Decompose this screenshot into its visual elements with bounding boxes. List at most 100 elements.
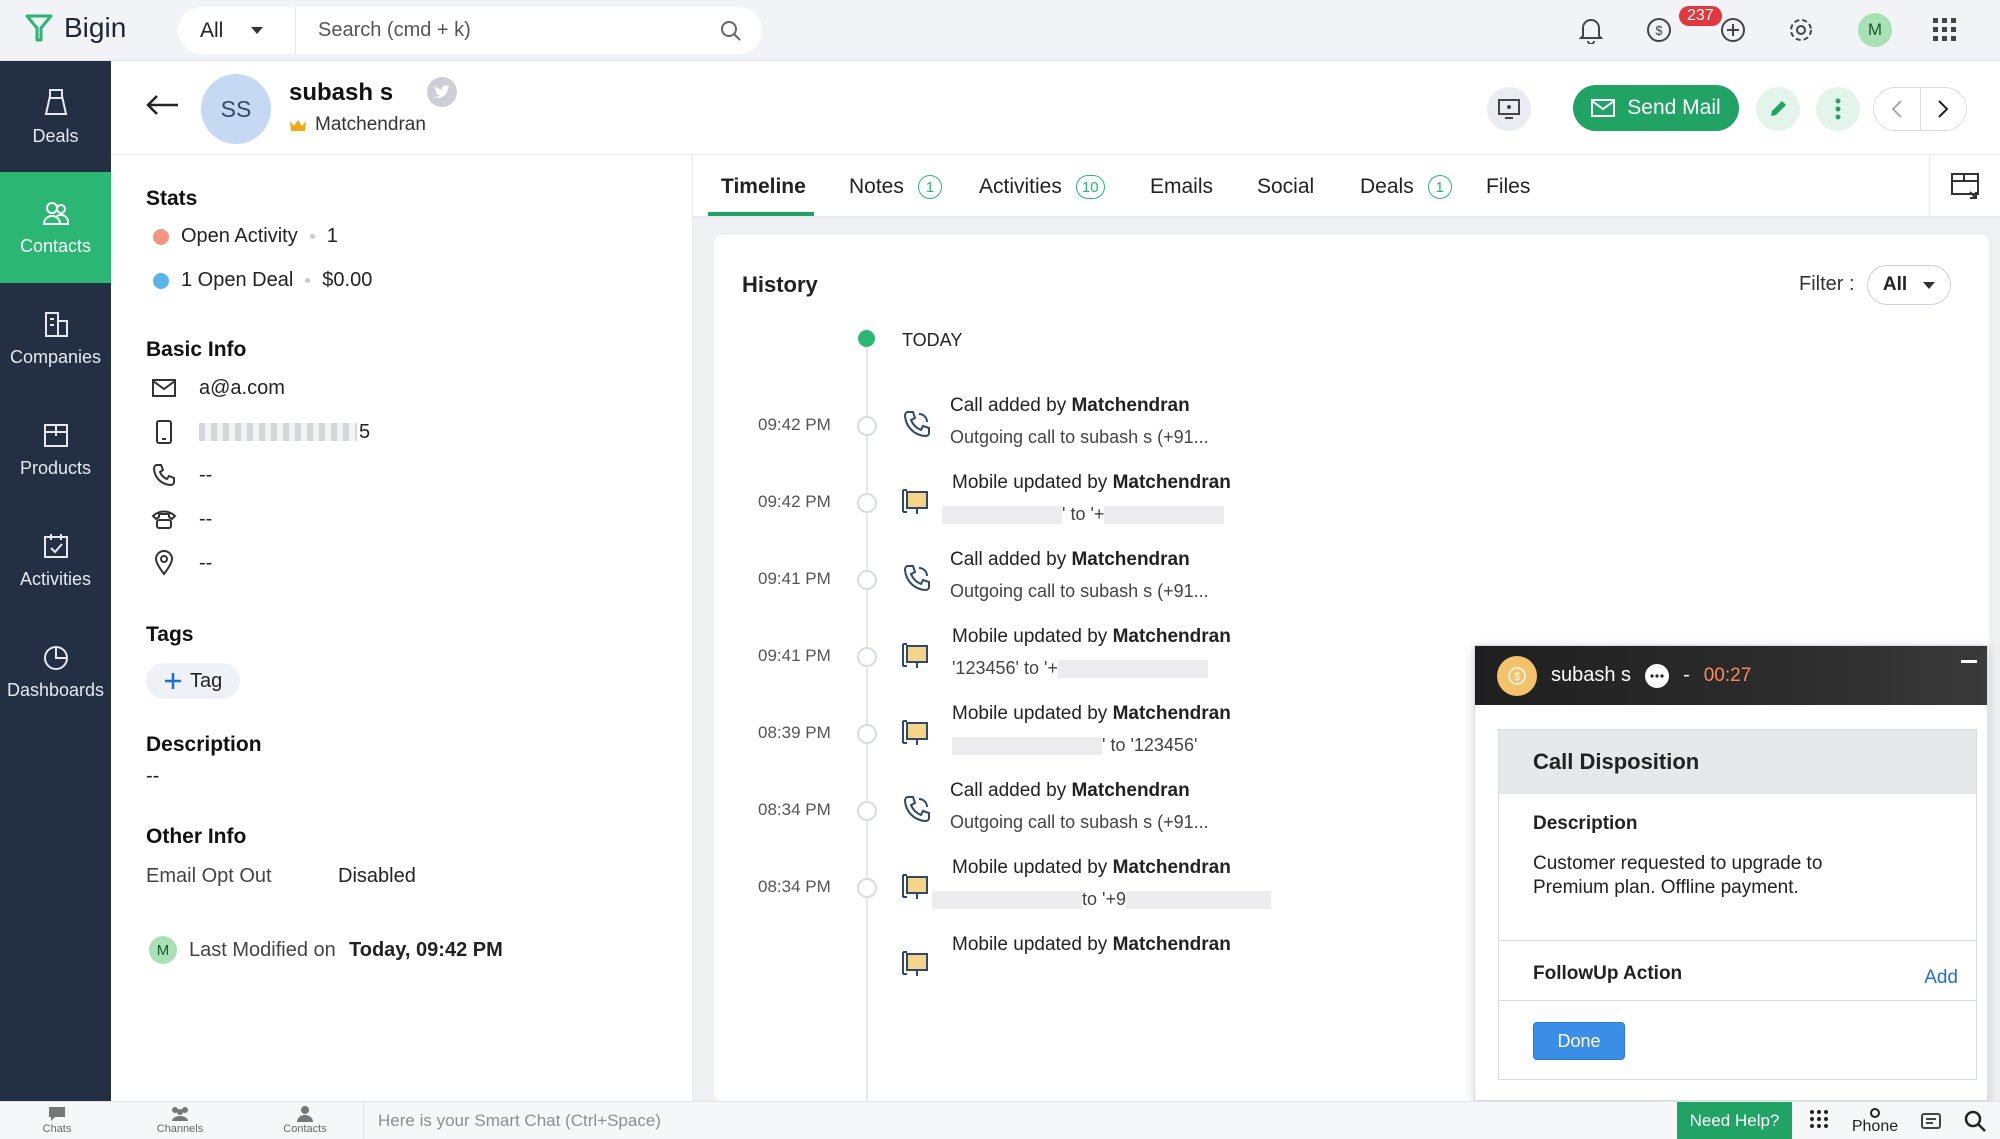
minimize-icon[interactable] bbox=[1961, 660, 1977, 663]
sidebar-item-products[interactable]: Products bbox=[0, 394, 111, 505]
phone-value: -- bbox=[199, 463, 213, 486]
notifications-bell-icon[interactable] bbox=[1576, 15, 1606, 45]
add-circle-icon[interactable] bbox=[1718, 15, 1748, 45]
timeline-entry[interactable]: 09:41 PM Call added by Matchendran Outgo… bbox=[714, 549, 1614, 629]
need-help-button[interactable]: Need Help? bbox=[1677, 1102, 1792, 1139]
entry-action: Call added by bbox=[950, 395, 1067, 416]
entry-sub-mid: to '+9 bbox=[1082, 889, 1126, 909]
chevron-left-icon bbox=[1891, 100, 1902, 118]
channels-button[interactable]: Channels bbox=[140, 1105, 220, 1135]
tab-deals[interactable]: Deals 1 bbox=[1360, 175, 1452, 199]
call-timer: 00:27 bbox=[1703, 664, 1752, 686]
companies-icon bbox=[44, 312, 68, 337]
redacted-value bbox=[1057, 659, 1208, 678]
entry-time: 09:41 PM bbox=[758, 569, 831, 588]
screen-share-button[interactable] bbox=[1487, 87, 1531, 131]
next-record-button[interactable] bbox=[1921, 88, 1967, 130]
bottom-bar: Chats Channels Contacts Here is your Sma… bbox=[0, 1101, 2000, 1139]
plus-icon bbox=[165, 673, 181, 689]
entry-action: Mobile updated by bbox=[952, 857, 1108, 878]
address-row: -- bbox=[151, 550, 212, 576]
entry-title: Mobile updated by Matchendran bbox=[952, 703, 1231, 725]
entry-sub-mid: ' to '+ bbox=[1062, 504, 1105, 524]
tab-label: Deals bbox=[1360, 175, 1414, 198]
status-dot-icon bbox=[153, 272, 169, 289]
user-avatar[interactable]: M bbox=[1858, 13, 1892, 47]
caller-avatar: $ bbox=[1497, 655, 1537, 696]
tab-timeline[interactable]: Timeline bbox=[721, 175, 806, 199]
timeline-node bbox=[857, 416, 877, 436]
search-scope-select[interactable]: All bbox=[178, 7, 296, 54]
edit-button[interactable] bbox=[1756, 87, 1800, 131]
phone-button[interactable]: Phone bbox=[1846, 1102, 1904, 1139]
tab-social[interactable]: Social bbox=[1257, 175, 1314, 199]
tab-notes[interactable]: Notes 1 bbox=[849, 175, 942, 199]
contacts-label: Contacts bbox=[283, 1123, 327, 1135]
back-arrow-icon[interactable] bbox=[145, 94, 179, 116]
add-followup-link[interactable]: Add bbox=[1924, 967, 1958, 989]
global-search[interactable]: All Search (cmd + k) bbox=[178, 7, 762, 54]
tab-files[interactable]: Files bbox=[1486, 175, 1530, 199]
tab-label: Files bbox=[1486, 175, 1531, 198]
entry-title: Mobile updated by Matchendran bbox=[952, 626, 1231, 648]
layout-toggle-button[interactable] bbox=[1929, 155, 2000, 217]
record-tabs: Timeline Notes 1 Activities 10 Emails So… bbox=[693, 155, 2000, 217]
panel-layout-icon bbox=[1951, 173, 1979, 199]
call-icon bbox=[900, 792, 934, 826]
mobile-value[interactable]: 5 bbox=[199, 421, 370, 444]
done-button[interactable]: Done bbox=[1533, 1022, 1625, 1060]
phone-label: Phone bbox=[1851, 1118, 1899, 1135]
description-textarea[interactable]: Customer requested to upgrade to Premium… bbox=[1533, 852, 1873, 900]
email-value[interactable]: a@a.com bbox=[199, 377, 285, 400]
stats-title: Stats bbox=[146, 187, 198, 210]
monitor-icon bbox=[1498, 99, 1520, 119]
timeline-entry[interactable]: 09:42 PM Call added by Matchendran Outgo… bbox=[714, 395, 1614, 475]
dialpad-icon[interactable] bbox=[1794, 1102, 1844, 1139]
search-input[interactable]: Search (cmd + k) bbox=[296, 19, 720, 42]
smart-chat-input[interactable]: Here is your Smart Chat (Ctrl+Space) bbox=[363, 1102, 1676, 1139]
history-filter-select[interactable]: All bbox=[1867, 265, 1951, 305]
sidebar-item-contacts[interactable]: Contacts bbox=[0, 172, 111, 283]
entry-subtitle: '123456' to '+ bbox=[952, 658, 1208, 679]
sidebar-item-activities[interactable]: Activities bbox=[0, 505, 111, 616]
app-name: Bigin bbox=[64, 12, 127, 43]
more-options-icon[interactable] bbox=[1645, 663, 1670, 688]
search-icon[interactable] bbox=[1950, 1102, 2000, 1139]
open-deal-stat[interactable]: 1 Open Deal $0.00 bbox=[153, 269, 372, 292]
description-value: -- bbox=[146, 765, 160, 787]
mail-icon bbox=[1591, 99, 1616, 117]
mobile-update-icon bbox=[900, 484, 934, 518]
feed-icon[interactable] bbox=[1906, 1102, 1956, 1139]
modifier-avatar: M bbox=[149, 936, 177, 964]
redacted-value bbox=[952, 736, 1102, 755]
chats-button[interactable]: Chats bbox=[17, 1105, 97, 1135]
entry-sub-prefix: '123456' to '+ bbox=[952, 658, 1058, 678]
tab-emails[interactable]: Emails bbox=[1150, 175, 1213, 199]
entry-subtitle: ' to '123456' bbox=[952, 735, 1197, 756]
twitter-icon[interactable] bbox=[427, 77, 457, 107]
mobile-tail: 5 bbox=[359, 420, 371, 443]
sidebar-item-dashboards[interactable]: Dashboards bbox=[0, 616, 111, 727]
sidebar-item-companies[interactable]: Companies bbox=[0, 283, 111, 394]
search-icon[interactable] bbox=[720, 20, 742, 42]
sidebar-item-deals[interactable]: Deals bbox=[0, 61, 111, 172]
contacts-button[interactable]: Contacts bbox=[265, 1105, 345, 1135]
more-options-button[interactable] bbox=[1816, 87, 1860, 131]
sidebar-item-label: Activities bbox=[19, 569, 91, 589]
products-icon bbox=[43, 424, 68, 447]
send-mail-button[interactable]: Send Mail bbox=[1573, 85, 1739, 131]
settings-gear-icon[interactable] bbox=[1786, 15, 1816, 45]
app-logo[interactable]: Bigin bbox=[24, 12, 126, 44]
tab-activities[interactable]: Activities 10 bbox=[979, 175, 1105, 199]
dollar-coin-icon: $ bbox=[1508, 666, 1526, 685]
previous-record-button[interactable] bbox=[1874, 88, 1921, 130]
timeline-entry[interactable]: 09:42 PM Mobile updated by Matchendran '… bbox=[714, 472, 1614, 552]
dollar-activity-icon[interactable]: $ bbox=[1644, 15, 1674, 45]
activities-icon bbox=[43, 534, 68, 558]
open-activity-stat[interactable]: Open Activity 1 bbox=[153, 225, 338, 248]
contact-name: subash s bbox=[289, 79, 394, 106]
record-owner: Matchendran bbox=[289, 114, 426, 136]
separator-dot bbox=[305, 278, 311, 283]
apps-grid-icon[interactable] bbox=[1930, 15, 1960, 45]
add-tag-button[interactable]: Tag bbox=[146, 663, 241, 699]
